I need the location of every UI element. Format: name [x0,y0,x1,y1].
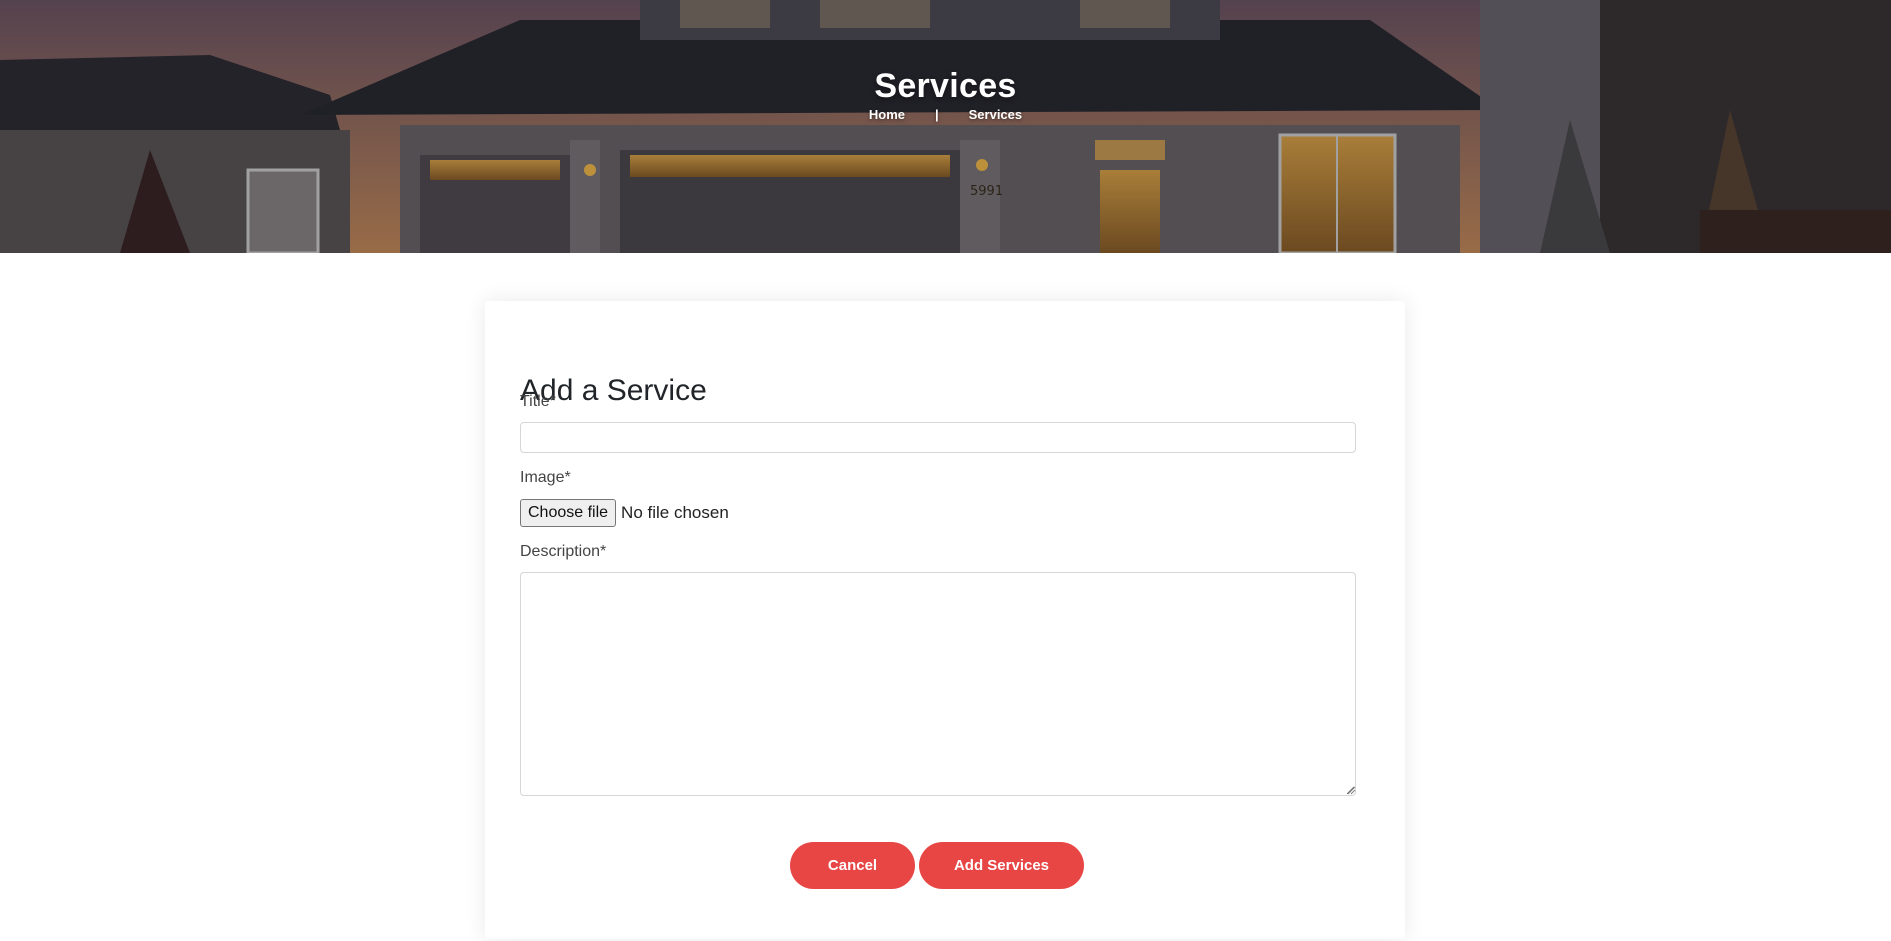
hero-banner: 5991 Services Home | Services [0,0,1891,253]
page-title: Services [874,66,1017,105]
image-file-input[interactable]: Choose file No file chosen [520,499,729,527]
resize-grip-icon[interactable] [1346,785,1356,795]
breadcrumb-current: Services [968,107,1023,122]
description-label: Description* [520,543,607,560]
description-textarea[interactable] [520,572,1356,796]
image-label: Image* [520,469,571,486]
breadcrumb: Home | Services [0,107,1891,122]
title-label: Title* [520,393,556,410]
breadcrumb-separator: | [934,107,939,122]
title-input[interactable] [520,422,1356,453]
file-status-text: No file chosen [621,503,729,522]
add-services-button[interactable]: Add Services [919,842,1084,889]
cancel-button[interactable]: Cancel [790,842,915,889]
choose-file-button[interactable]: Choose file [520,499,617,527]
hero-overlay [0,0,1891,253]
breadcrumb-home-link[interactable]: Home [869,107,905,122]
add-service-form-card: Add a Service Title* Image* Choose file … [485,301,1405,939]
